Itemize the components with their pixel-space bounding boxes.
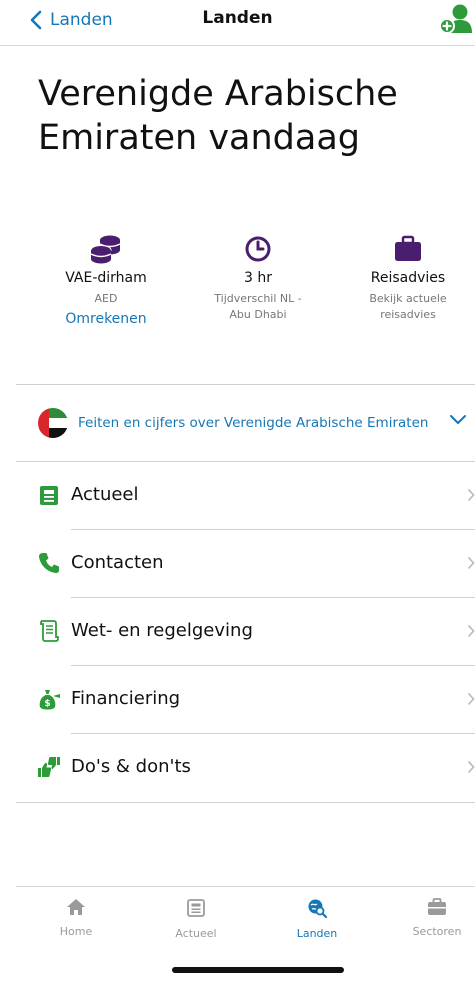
currency-info: VAE-dirham AED Omrekenen bbox=[26, 232, 186, 327]
uae-flag-icon bbox=[38, 408, 68, 438]
coins-icon bbox=[90, 235, 121, 264]
tab-actueel[interactable]: Actueel bbox=[151, 897, 241, 940]
tab-sectoren[interactable]: Sectoren bbox=[392, 897, 475, 938]
travel-advice-info[interactable]: Reisadvies Bekijk actuele reisadvies bbox=[328, 232, 475, 323]
clock-icon bbox=[245, 236, 271, 262]
convert-link[interactable]: Omrekenen bbox=[26, 311, 186, 327]
menu-item-contacten[interactable]: Contacten bbox=[16, 530, 475, 598]
globe-search-icon bbox=[308, 899, 328, 919]
chevron-right-icon bbox=[467, 692, 475, 706]
home-indicator bbox=[172, 967, 344, 973]
tab-label: Sectoren bbox=[412, 925, 462, 938]
add-user-icon[interactable] bbox=[437, 0, 473, 36]
tab-label: Home bbox=[59, 925, 93, 938]
time-difference-info: 3 hr Tijdverschil NL - Abu Dhabi bbox=[178, 232, 338, 323]
currency-code: AED bbox=[94, 292, 118, 305]
newspaper-icon bbox=[40, 486, 58, 505]
page-title: Landen bbox=[202, 8, 273, 28]
time-difference-label: Tijdverschil NL - Abu Dhabi bbox=[214, 292, 302, 321]
menu-item-wet-en-regelgeving[interactable]: Wet- en regelgeving bbox=[16, 598, 475, 666]
chevron-right-icon bbox=[467, 624, 475, 638]
navigation-bar: Landen Landen bbox=[0, 0, 475, 46]
tab-home[interactable]: Home bbox=[31, 897, 121, 938]
menu-item-label: Wet- en regelgeving bbox=[71, 620, 253, 641]
briefcase-icon bbox=[428, 898, 446, 915]
home-icon bbox=[67, 899, 85, 915]
phone-icon bbox=[39, 553, 59, 573]
travel-advice-description: Bekijk actuele reisadvies bbox=[369, 292, 447, 321]
chevron-right-icon bbox=[467, 760, 475, 774]
menu-item-actueel[interactable]: Actueel bbox=[16, 462, 475, 530]
tab-label: Landen bbox=[296, 927, 338, 940]
svg-text:$: $ bbox=[44, 699, 50, 709]
section-divider bbox=[16, 384, 475, 385]
menu-item-financiering[interactable]: $ Financiering bbox=[16, 666, 475, 734]
tab-landen[interactable]: Landen bbox=[272, 897, 362, 940]
tab-label: Actueel bbox=[175, 927, 217, 940]
menu-item-label: Financiering bbox=[71, 688, 181, 709]
country-headline: Verenigde Arabische Emiraten vandaag bbox=[38, 74, 398, 158]
currency-name: VAE-dirham bbox=[65, 270, 147, 286]
tab-bar: Home Actueel Landen Sectoren bbox=[16, 886, 475, 948]
chevron-down-icon bbox=[450, 415, 466, 424]
thumbs-up-down-icon bbox=[38, 757, 60, 777]
travel-advice-title: Reisadvies bbox=[370, 270, 446, 286]
menu-item-label: Contacten bbox=[71, 552, 164, 573]
facts-label: Feiten en cijfers over Verenigde Arabisc… bbox=[78, 415, 429, 431]
scroll-icon bbox=[40, 620, 59, 642]
money-bag-icon: $ bbox=[39, 690, 60, 710]
newspaper-icon bbox=[187, 899, 205, 917]
facts-expander[interactable]: Feiten en cijfers over Verenigde Arabisc… bbox=[16, 400, 475, 446]
suitcase-icon bbox=[395, 235, 421, 261]
chevron-right-icon bbox=[467, 488, 475, 502]
menu-item-label: Do's & don'ts bbox=[71, 756, 191, 777]
chevron-right-icon bbox=[467, 556, 475, 570]
section-divider bbox=[16, 802, 475, 803]
menu-item-dos-and-donts[interactable]: Do's & don'ts bbox=[16, 734, 475, 802]
menu-item-label: Actueel bbox=[71, 484, 139, 505]
time-difference-value: 3 hr bbox=[244, 270, 272, 286]
